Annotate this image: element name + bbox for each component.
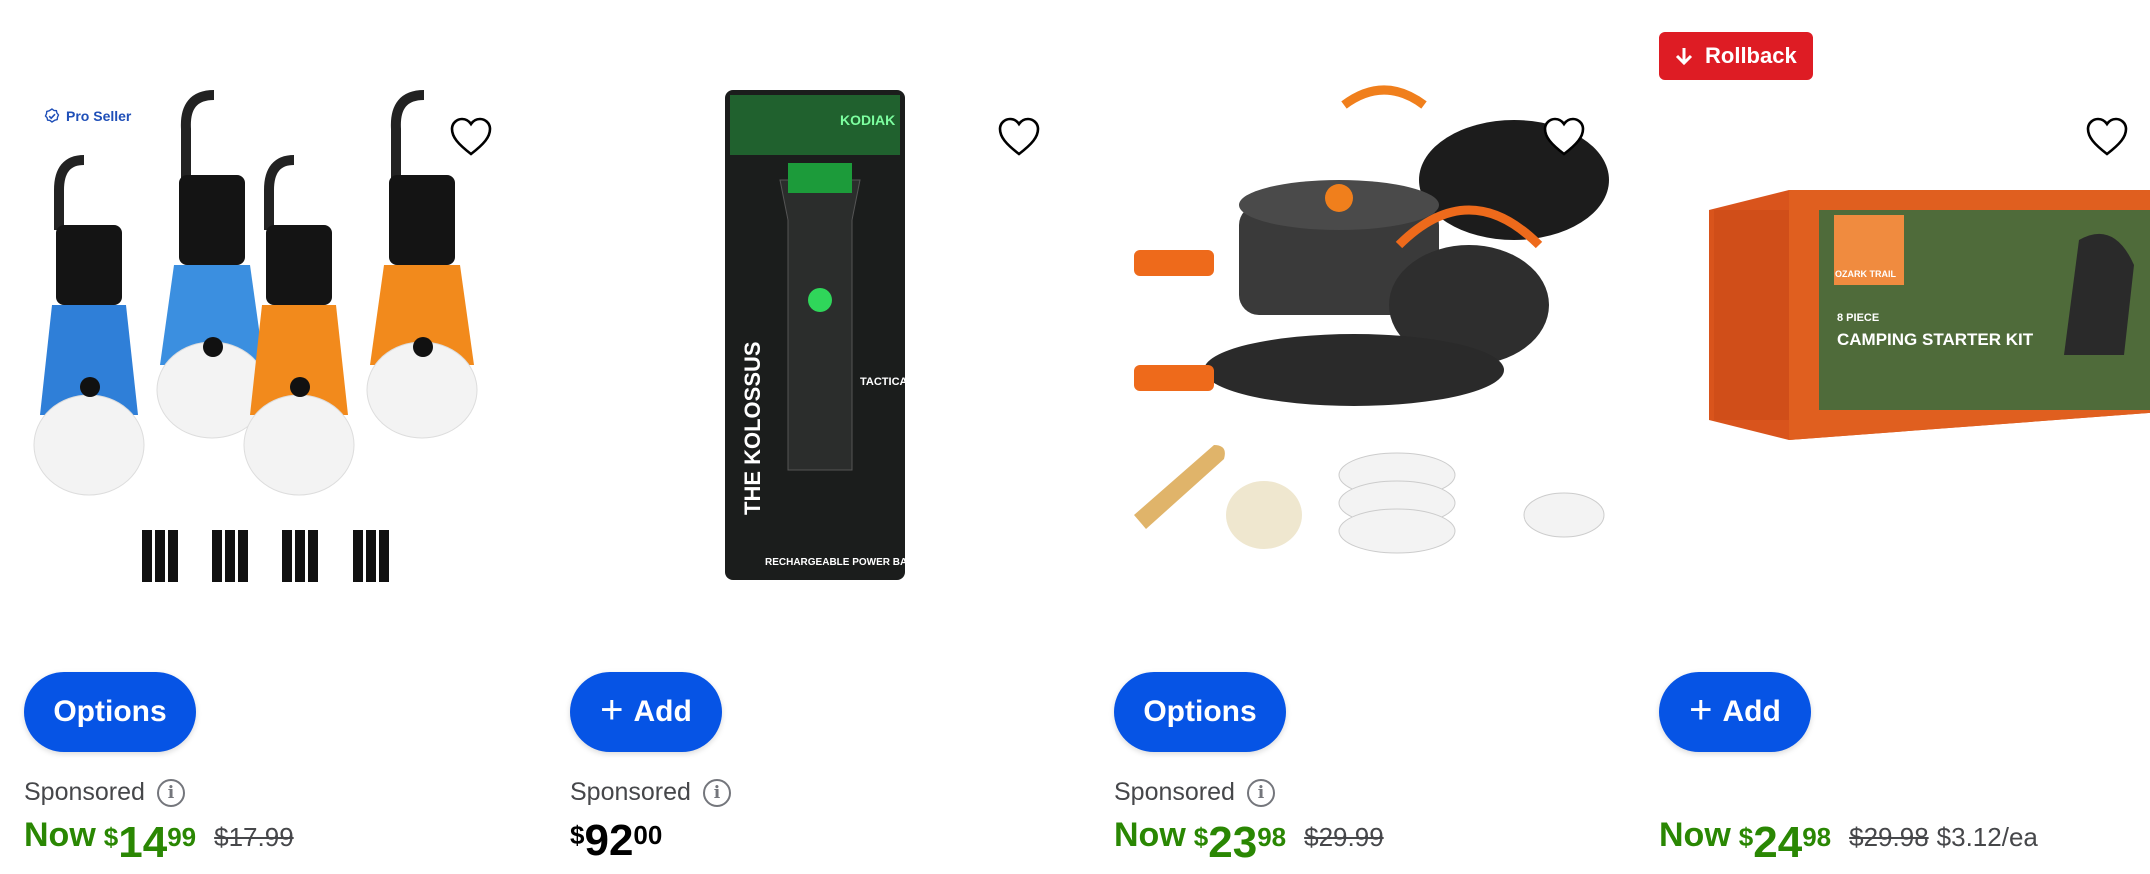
svg-text:OZARK TRAIL: OZARK TRAIL [1835,269,1896,279]
rollback-badge: Rollback [1659,32,1813,80]
favorite-button[interactable] [2084,116,2130,158]
current-price: $24 98 [1738,818,1832,867]
options-button[interactable]: Options [1114,672,1286,752]
svg-text:TACTICAL GRADE: TACTICAL GRADE [860,376,957,388]
sponsored-label: Sponsored i [570,778,731,807]
heart-icon [998,117,1040,156]
info-icon[interactable]: i [156,778,185,807]
heart-icon [450,117,492,156]
camping-lantern-bulbs-icon [33,90,478,582]
camping-cookware-set-icon [1134,85,1609,554]
favorite-button[interactable] [1541,116,1587,158]
unit-price: $3.12/ea [1936,822,2038,852]
product-image[interactable]: OZARK TRAIL 8 PIECE CAMPING STARTER KIT [1659,85,2150,600]
current-price: $14 99 [103,818,197,867]
plus-icon: + [600,688,624,732]
product-card[interactable]: Rollback OZARK TRAIL 8 PIECE CAMPING STA… [1659,0,2150,874]
price-block: Now $14 99 $17.99 [24,816,294,868]
price-prefix: Now [24,816,96,854]
info-icon[interactable]: i [1246,778,1275,807]
was-price: $29.98 [1849,822,1929,852]
plus-icon: + [1689,688,1713,732]
options-button[interactable]: Options [24,672,196,752]
product-card[interactable]: Pro Seller Options Sponsored i Now $ 14 … [24,0,534,874]
favorite-button[interactable] [996,116,1042,158]
price-prefix: Now [1114,816,1186,854]
heart-icon [2086,117,2128,156]
was-price: $17.99 [214,822,294,852]
current-price: $23 98 [1193,818,1287,867]
info-icon[interactable]: i [702,778,731,807]
svg-text:CAMPING STARTER KIT: CAMPING STARTER KIT [1837,330,2034,349]
svg-text:8 PIECE: 8 PIECE [1837,312,1879,324]
camping-starter-kit-box-icon: OZARK TRAIL 8 PIECE CAMPING STARTER KIT [1709,190,2150,440]
sponsored-label: Sponsored i [24,778,185,807]
current-price: $92 00 [570,816,663,865]
arrow-down-icon [1675,48,1693,66]
svg-text:RECHARGEABLE POWER BANK: RECHARGEABLE POWER BANK [765,557,922,568]
add-to-cart-button[interactable]: + Add [1659,672,1811,752]
sponsored-label: Sponsored i [1114,778,1275,807]
product-grid: Pro Seller Options Sponsored i Now $ 14 … [0,0,2150,874]
svg-text:THE KOLOSSUS: THE KOLOSSUS [740,341,765,515]
product-card[interactable]: Options Sponsored i Now $23 98 $29.99 [1114,0,1624,874]
product-image[interactable]: KODIAK TACTICAL GRADE THE KOLOSSUS RECHA… [570,85,1080,600]
was-price: $29.99 [1304,822,1384,852]
product-image[interactable] [24,85,534,600]
tactical-flashlight-package-icon: KODIAK TACTICAL GRADE THE KOLOSSUS RECHA… [725,90,957,580]
price-block: $92 00 [570,816,662,866]
price-block: Now $23 98 $29.99 [1114,816,1384,868]
product-image[interactable] [1114,85,1624,600]
product-card[interactable]: KODIAK TACTICAL GRADE THE KOLOSSUS RECHA… [570,0,1080,874]
svg-text:KODIAK: KODIAK [840,112,895,128]
favorite-button[interactable] [448,116,494,158]
price-prefix: Now [1659,816,1731,854]
add-to-cart-button[interactable]: + Add [570,672,722,752]
heart-icon [1543,117,1585,156]
price-block: Now $24 98 $29.98 $3.12/ea [1659,816,2038,868]
